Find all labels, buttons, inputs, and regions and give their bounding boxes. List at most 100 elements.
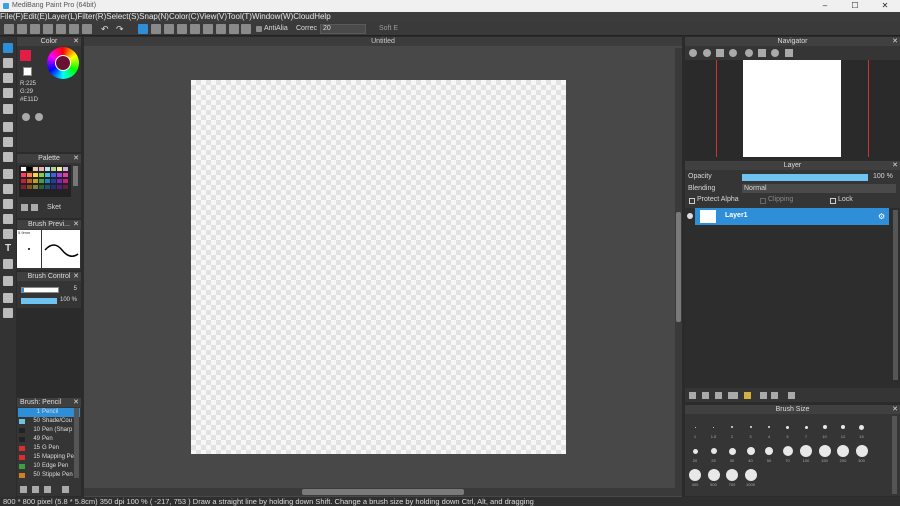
- brush-list-item[interactable]: 1 Pencil: [18, 408, 80, 417]
- snap-off-icon[interactable]: [241, 24, 251, 34]
- brush-list-item[interactable]: 10 Pen (Sharp: [18, 426, 80, 435]
- palette-swatch[interactable]: [39, 179, 44, 183]
- select-pen-icon[interactable]: [3, 214, 13, 224]
- undo-icon[interactable]: ↶: [101, 24, 109, 34]
- brush-size-option[interactable]: [837, 445, 849, 457]
- palette-swatch[interactable]: [63, 179, 68, 183]
- menu-window[interactable]: Window(W): [252, 12, 293, 21]
- close-icon[interactable]: ✕: [73, 154, 79, 163]
- lasso-tool-icon[interactable]: [3, 184, 13, 194]
- palette-swatch[interactable]: [51, 173, 56, 177]
- palette-swatch[interactable]: [45, 185, 50, 189]
- palette-swatch[interactable]: [51, 179, 56, 183]
- secondary-color-swatch[interactable]: [23, 67, 32, 76]
- blending-select[interactable]: Normal: [742, 184, 896, 193]
- menu-cloud[interactable]: Cloud: [293, 12, 314, 21]
- menu-view[interactable]: View(V): [199, 12, 227, 21]
- brush-list-scrollbar[interactable]: [74, 408, 79, 478]
- brush-size-option[interactable]: [746, 447, 755, 455]
- brush-size-scrollbar[interactable]: [892, 416, 897, 494]
- palette-swatch[interactable]: [57, 185, 62, 189]
- eraser-tool-icon[interactable]: [3, 58, 13, 68]
- new-color-layer-icon[interactable]: [702, 392, 709, 399]
- brush-size-option[interactable]: [726, 469, 738, 481]
- close-icon[interactable]: ✕: [892, 37, 898, 46]
- brush-opacity-slider[interactable]: [21, 298, 57, 304]
- brush-list-item[interactable]: 49 Pen: [18, 435, 80, 444]
- maximize-button[interactable]: ☐: [840, 0, 870, 12]
- brush-size-option[interactable]: [692, 448, 698, 454]
- brush-size-option[interactable]: [859, 424, 864, 430]
- close-icon[interactable]: ✕: [73, 398, 79, 407]
- palette-swatch[interactable]: [57, 179, 62, 183]
- palette-swatch[interactable]: [27, 185, 32, 189]
- eyedropper-icon[interactable]: [35, 113, 43, 121]
- snap-radial-icon[interactable]: [190, 24, 200, 34]
- palette-swatch[interactable]: [57, 167, 62, 171]
- add-brush-icon[interactable]: [20, 486, 27, 493]
- new-file-icon[interactable]: [4, 24, 14, 34]
- brush-size-option[interactable]: [689, 469, 701, 481]
- gradient-tool-icon[interactable]: [3, 152, 13, 162]
- palette-scrollbar[interactable]: [73, 166, 78, 186]
- menu-tool[interactable]: Tool(T): [227, 12, 252, 21]
- brush-size-option[interactable]: [855, 445, 868, 457]
- new-cloud-icon[interactable]: [17, 24, 27, 34]
- brush-size-option[interactable]: [841, 425, 845, 429]
- add-palette-icon[interactable]: [21, 204, 28, 211]
- brush-size-option[interactable]: [822, 425, 827, 429]
- palette-swatch[interactable]: [63, 167, 68, 171]
- brush-size-option[interactable]: [731, 426, 733, 428]
- zoom-out-icon[interactable]: [689, 49, 697, 57]
- magic-wand-icon[interactable]: [3, 199, 13, 209]
- delete-brush-icon[interactable]: [62, 486, 69, 493]
- palette-swatch[interactable]: [63, 185, 68, 189]
- brush-size-option[interactable]: [768, 426, 770, 428]
- brush-list-item[interactable]: 50 Stipple Pen: [18, 471, 80, 480]
- protect-alpha-checkbox[interactable]: [689, 198, 695, 204]
- actual-size-icon[interactable]: [729, 49, 737, 57]
- flip-icon[interactable]: [758, 49, 766, 57]
- brush-size-option[interactable]: [818, 445, 831, 457]
- brush-size-slider[interactable]: [21, 287, 59, 293]
- layer-scrollbar[interactable]: [893, 210, 898, 380]
- snap-parallel-icon[interactable]: [151, 24, 161, 34]
- horizontal-scroll-thumb[interactable]: [302, 489, 464, 495]
- palette-swatch[interactable]: [33, 185, 38, 189]
- palette-swatch[interactable]: [33, 173, 38, 177]
- snap-circle-icon[interactable]: [203, 24, 213, 34]
- palette-swatch[interactable]: [27, 167, 32, 171]
- palette-swatch-grid[interactable]: [19, 165, 71, 197]
- brush-list-item[interactable]: 50 Shade/Cou: [18, 417, 80, 426]
- snap-curve-icon[interactable]: [216, 24, 226, 34]
- brush-size-option[interactable]: [786, 425, 789, 429]
- palette-tab[interactable]: Sket: [47, 204, 61, 211]
- brush-size-option[interactable]: [710, 448, 717, 454]
- layer-opacity-slider[interactable]: [742, 174, 868, 181]
- brush-size-option[interactable]: [744, 469, 757, 481]
- rotate-left-icon[interactable]: [745, 49, 753, 57]
- delete-layer-icon[interactable]: [788, 392, 795, 399]
- brush-menu-icon[interactable]: [44, 486, 51, 493]
- fill-tool-icon[interactable]: [3, 122, 13, 132]
- palette-swatch[interactable]: [21, 173, 26, 177]
- rotate-right-icon[interactable]: [771, 49, 779, 57]
- move-tool-icon[interactable]: [3, 104, 13, 114]
- menu-layer[interactable]: Layer(L): [48, 12, 78, 21]
- palette-swatch[interactable]: [45, 179, 50, 183]
- palette-swatch[interactable]: [27, 179, 32, 183]
- new-layer-icon[interactable]: [689, 392, 696, 399]
- vertical-scroll-thumb[interactable]: [676, 212, 681, 322]
- clipping-checkbox[interactable]: [760, 198, 766, 204]
- settings-icon[interactable]: [82, 24, 92, 34]
- close-icon[interactable]: ✕: [73, 272, 79, 281]
- new-halftone-layer-icon[interactable]: [715, 392, 722, 399]
- brush-list-item[interactable]: 15 G Pen: [18, 444, 80, 453]
- brush-list-item[interactable]: 10 Edge Pen: [18, 462, 80, 471]
- brush-tool-icon[interactable]: [3, 43, 13, 53]
- brush-size-option[interactable]: [728, 447, 736, 455]
- minimize-button[interactable]: –: [810, 0, 840, 12]
- eyedropper-tool-icon[interactable]: [3, 293, 13, 303]
- save-icon[interactable]: [43, 24, 53, 34]
- brush-size-option[interactable]: [713, 426, 714, 428]
